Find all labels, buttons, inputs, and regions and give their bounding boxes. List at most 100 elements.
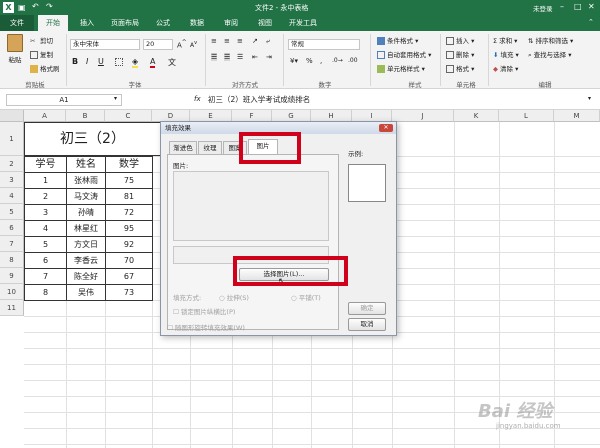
tab-data[interactable]: 数据 (182, 15, 212, 31)
tab-insert[interactable]: 插入 (72, 15, 102, 31)
tab-texture[interactable]: 纹理 (198, 141, 222, 154)
column-header-l[interactable]: L (499, 110, 554, 122)
row-header-7[interactable]: 7 (0, 236, 24, 252)
cancel-button[interactable]: 取消 (348, 318, 386, 331)
data-cell[interactable]: 张林雨 (66, 172, 106, 189)
cell-style-button[interactable]: 单元格样式 ▾ (377, 63, 425, 73)
column-header-c[interactable]: C (105, 110, 152, 122)
font-name-select[interactable]: 永中宋体 (70, 39, 140, 50)
align-left-icon[interactable]: ☰ (211, 53, 218, 61)
currency-icon[interactable]: ¥▾ (290, 57, 298, 65)
delete-button[interactable]: 删除 ▾ (446, 49, 474, 59)
header-cell[interactable]: 姓名 (66, 156, 106, 173)
number-format-select[interactable]: 常规 (288, 39, 360, 50)
formula-input[interactable]: 初三（2）班入学考试成绩排名 (208, 94, 588, 106)
row-header-10[interactable]: 10 (0, 284, 24, 300)
data-cell[interactable]: 92 (105, 236, 153, 253)
fill-button[interactable]: ⬇ 填充 ▾ (493, 49, 519, 59)
format-button[interactable]: 格式 ▾ (446, 63, 474, 73)
row-header-2[interactable]: 2 (0, 156, 24, 172)
data-cell[interactable]: 67 (105, 268, 153, 285)
row-header-3[interactable]: 3 (0, 172, 24, 188)
tab-page-layout[interactable]: 页面布局 (105, 15, 145, 31)
rotate-with-shape-checkbox[interactable]: ☐ 随图形旋转填充效果(W) (167, 322, 245, 332)
tab-file[interactable]: 文件 (0, 15, 34, 31)
data-cell[interactable]: 1 (24, 172, 67, 189)
data-cell[interactable]: 吴伟 (66, 284, 106, 301)
decrease-decimal-icon[interactable]: .00 (348, 57, 358, 64)
data-cell[interactable]: 3 (24, 204, 67, 221)
header-cell[interactable]: 学号 (24, 156, 67, 173)
column-header-b[interactable]: B (66, 110, 105, 122)
sort-filter-button[interactable]: ⇅ 排序和筛选 ▾ (528, 35, 573, 45)
cut-button[interactable]: ✂ 剪切 (30, 35, 53, 45)
align-middle-icon[interactable]: ≡ (224, 37, 230, 45)
data-cell[interactable]: 6 (24, 252, 67, 269)
row-header-11[interactable]: 11 (0, 300, 24, 316)
data-cell[interactable]: 72 (105, 204, 153, 221)
save-icon[interactable]: ▣ (18, 3, 26, 12)
name-box[interactable]: A1 (6, 94, 122, 106)
tab-view[interactable]: 视图 (250, 15, 280, 31)
tab-review[interactable]: 审阅 (216, 15, 246, 31)
data-cell[interactable]: 8 (24, 284, 67, 301)
data-cell[interactable]: 孙晴 (66, 204, 106, 221)
font-color-icon[interactable]: A (150, 57, 156, 68)
align-top-icon[interactable]: ≡ (211, 37, 217, 45)
format-painter-button[interactable]: 格式刷 (30, 63, 60, 73)
border-icon[interactable] (115, 58, 123, 66)
dialog-close-icon[interactable]: ✕ (379, 124, 393, 132)
align-right-icon[interactable]: ☰ (237, 53, 243, 61)
underline-icon[interactable]: U (98, 57, 104, 66)
formula-expand-icon[interactable]: ▾ (588, 95, 591, 102)
insert-button[interactable]: 插入 ▾ (446, 35, 474, 45)
fx-icon[interactable]: fx (194, 95, 201, 103)
percent-icon[interactable]: % (306, 57, 313, 65)
data-cell[interactable]: 马文涛 (66, 188, 106, 205)
tab-home[interactable]: 开始 (38, 15, 68, 31)
indent-increase-icon[interactable]: ⇥ (266, 53, 272, 61)
data-cell[interactable]: 95 (105, 220, 153, 237)
clear-button[interactable]: ◆ 清除 ▾ (493, 63, 518, 73)
row-header-8[interactable]: 8 (0, 252, 24, 268)
comma-icon[interactable]: , (320, 57, 322, 65)
close-icon[interactable]: ✕ (588, 2, 595, 11)
title-cell[interactable]: 初三（2） (24, 122, 160, 156)
row-header-1[interactable]: 1 (0, 122, 24, 156)
data-cell[interactable]: 81 (105, 188, 153, 205)
tab-developer[interactable]: 开发工具 (283, 15, 323, 31)
indent-decrease-icon[interactable]: ⇤ (252, 53, 258, 61)
conditional-format-button[interactable]: 条件格式 ▾ (377, 35, 418, 45)
data-cell[interactable]: 林星红 (66, 220, 106, 237)
data-cell[interactable]: 2 (24, 188, 67, 205)
data-cell[interactable]: 75 (105, 172, 153, 189)
find-select-button[interactable]: ⌕ 查找与选择 ▾ (528, 49, 571, 60)
redo-icon[interactable]: ↷ (46, 2, 53, 11)
row-header-5[interactable]: 5 (0, 204, 24, 220)
minimize-icon[interactable]: – (560, 2, 564, 11)
data-cell[interactable]: 5 (24, 236, 67, 253)
column-header-m[interactable]: M (554, 110, 600, 122)
tile-radio[interactable]: ○ 平铺(T) (291, 292, 321, 302)
align-center-icon[interactable]: ☰ (224, 53, 231, 61)
sum-button[interactable]: Σ 求和 ▾ (493, 35, 517, 45)
data-cell[interactable]: 方文日 (66, 236, 106, 253)
stretch-radio[interactable]: ○ 拉伸(S) (219, 292, 249, 302)
name-box-dropdown-icon[interactable]: ▾ (114, 95, 117, 102)
wrap-text-icon[interactable]: ⤶ (266, 37, 270, 46)
shrink-font-icon[interactable]: Av (190, 40, 197, 49)
phonetic-icon[interactable]: 文 (168, 57, 176, 68)
lock-aspect-checkbox[interactable]: ☐ 锁定图片纵横比(P) (173, 306, 235, 316)
ribbon-collapse-icon[interactable]: ⌃ (588, 18, 594, 26)
row-header-4[interactable]: 4 (0, 188, 24, 204)
fill-color-icon[interactable]: ◈ (132, 57, 139, 68)
text-direction-icon[interactable]: ↗ (252, 37, 258, 45)
data-cell[interactable]: 陈全好 (66, 268, 106, 285)
column-header-j[interactable]: J (392, 110, 454, 122)
auto-table-format-button[interactable]: 自动套用格式 ▾ (377, 49, 431, 59)
undo-icon[interactable]: ↶ (32, 2, 39, 11)
data-cell[interactable]: 李香云 (66, 252, 106, 269)
data-cell[interactable]: 4 (24, 220, 67, 237)
ok-button[interactable]: 确定 (348, 302, 386, 315)
italic-icon[interactable]: I (86, 57, 88, 66)
